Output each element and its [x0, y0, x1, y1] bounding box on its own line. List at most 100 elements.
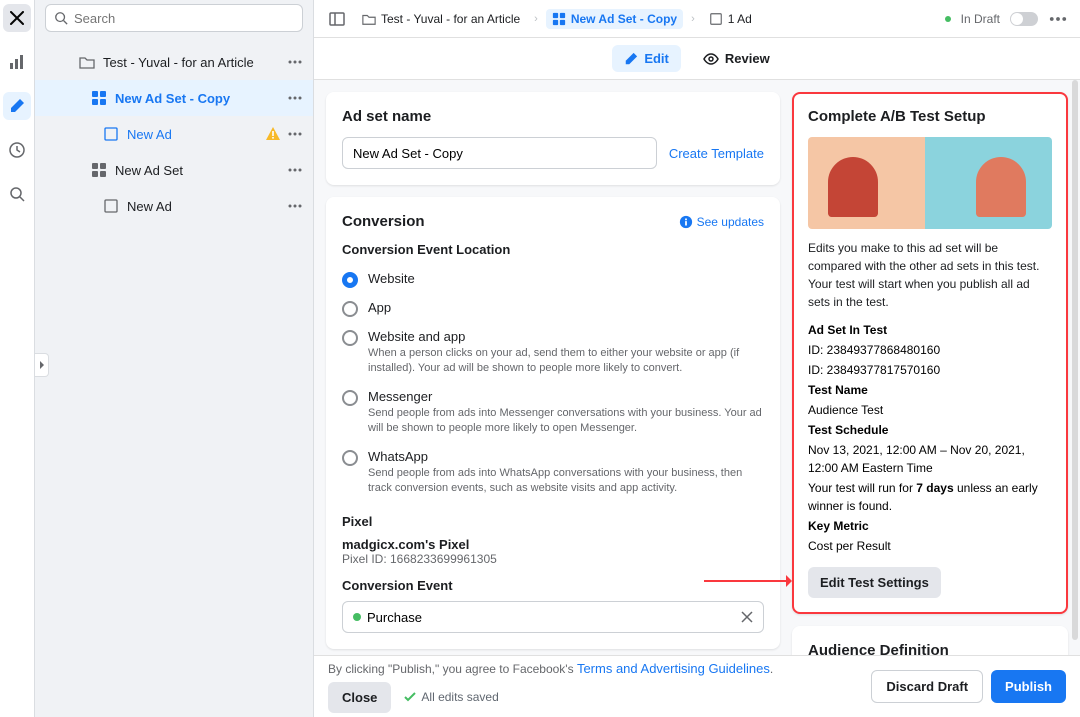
review-label: Review: [725, 51, 770, 66]
tree-ad-2[interactable]: New Ad: [35, 188, 313, 224]
create-template-link[interactable]: Create Template: [669, 146, 764, 161]
edit-button[interactable]: Edit: [612, 45, 681, 72]
tree-ad-1[interactable]: New Ad: [35, 116, 313, 152]
radio-label: Messenger: [368, 389, 764, 404]
edit-test-settings-button[interactable]: Edit Test Settings: [808, 567, 941, 598]
schedule-value: Nov 13, 2021, 12:00 AM – Nov 20, 2021, 1…: [808, 441, 1052, 477]
radio-label: WhatsApp: [368, 449, 764, 464]
saved-indicator: All edits saved: [403, 690, 498, 704]
more-icon[interactable]: [287, 198, 303, 214]
more-icon[interactable]: [287, 162, 303, 178]
see-updates-link[interactable]: See updates: [679, 215, 764, 229]
test-name: Audience Test: [808, 401, 1052, 419]
publish-button[interactable]: Publish: [991, 670, 1066, 703]
event-value: Purchase: [367, 610, 422, 625]
breadcrumb-campaign[interactable]: Test - Yuval - for an Article: [356, 9, 526, 29]
review-button[interactable]: Review: [691, 45, 782, 73]
radio-icon: [342, 272, 358, 288]
abtest-card: Complete A/B Test Setup Edits you make t…: [792, 92, 1068, 614]
status-text: In Draft: [961, 12, 1000, 26]
breadcrumb-label: Test - Yuval - for an Article: [381, 12, 520, 26]
scrollbar[interactable]: [1072, 80, 1078, 640]
card-title: Complete A/B Test Setup: [808, 108, 1052, 125]
warning-icon: [265, 126, 281, 142]
schedule-label: Test Schedule: [808, 421, 1052, 439]
nav-chart-icon[interactable]: [3, 48, 31, 76]
status-toggle[interactable]: [1010, 12, 1038, 26]
abtest-id2: ID: 23849377817570160: [808, 361, 1052, 379]
search-field[interactable]: [74, 11, 294, 26]
nav-clock-icon[interactable]: [3, 136, 31, 164]
radio-label: App: [368, 300, 391, 317]
sidebar: Test - Yuval - for an Article New Ad Set…: [35, 0, 314, 717]
adset-name-card: Ad set name Create Template: [326, 92, 780, 185]
radio-desc: Send people from ads into Messenger conv…: [368, 406, 764, 437]
radio-icon: [342, 301, 358, 317]
tree-adset-label: New Ad Set - Copy: [115, 91, 287, 106]
radio-messenger[interactable]: Messenger Send people from ads into Mess…: [342, 383, 764, 443]
radio-label: Website: [368, 271, 415, 288]
radio-whatsapp[interactable]: WhatsApp Send people from ads into Whats…: [342, 443, 764, 503]
card-title: Ad set name: [342, 108, 764, 125]
tree-adset-copy[interactable]: New Ad Set - Copy: [35, 80, 313, 116]
breadcrumb-label: New Ad Set - Copy: [571, 12, 677, 26]
edit-label: Edit: [644, 51, 669, 66]
more-icon[interactable]: [287, 54, 303, 70]
radio-website-app[interactable]: Website and app When a person clicks on …: [342, 323, 764, 383]
breadcrumb-label: 1 Ad: [728, 12, 752, 26]
see-updates-label: See updates: [697, 215, 764, 229]
expand-sidebar-icon[interactable]: [35, 353, 49, 377]
abtest-illustration: [808, 137, 1052, 229]
breadcrumb-ad[interactable]: 1 Ad: [703, 9, 758, 29]
radio-desc: When a person clicks on your ad, send th…: [368, 346, 764, 377]
more-icon[interactable]: [287, 90, 303, 106]
tree-campaign-label: Test - Yuval - for an Article: [103, 55, 287, 70]
tree-adset-2[interactable]: New Ad Set: [35, 152, 313, 188]
close-button[interactable]: Close: [328, 682, 391, 713]
event-location-label: Conversion Event Location: [342, 242, 764, 257]
actionbar: Edit Review: [314, 38, 1080, 80]
radio-icon: [342, 450, 358, 466]
pixel-id: Pixel ID: 1668233699961305: [342, 552, 764, 566]
tree-ad-label: New Ad: [127, 127, 265, 142]
card-title: Conversion: [342, 213, 425, 230]
footer: By clicking "Publish," you agree to Face…: [314, 655, 1080, 717]
search-input[interactable]: [45, 4, 303, 32]
radio-icon: [342, 390, 358, 406]
pixel-label: Pixel: [342, 514, 764, 529]
close-icon[interactable]: [3, 4, 31, 32]
event-select[interactable]: Purchase: [342, 601, 764, 633]
tree-adset-label: New Ad Set: [115, 163, 287, 178]
adset-name-input[interactable]: [342, 137, 657, 169]
more-icon[interactable]: [1048, 9, 1068, 29]
run-text: Your test will run for 7 days unless an …: [808, 479, 1052, 515]
nav-search-icon[interactable]: [3, 180, 31, 208]
status-dot-icon: [945, 16, 951, 22]
chevron-right-icon: ›: [691, 13, 695, 25]
terms-link[interactable]: Terms and Advertising Guidelines: [577, 661, 770, 676]
nav-pen-icon[interactable]: [3, 92, 31, 120]
pixel-name: madgicx.com's Pixel: [342, 537, 764, 552]
collapse-panel-icon[interactable]: [326, 8, 348, 30]
radio-website[interactable]: Website: [342, 265, 764, 294]
abtest-body: Edits you make to this ad set will be co…: [808, 239, 1052, 311]
vertical-nav: [0, 0, 35, 717]
radio-desc: Send people from ads into WhatsApp conve…: [368, 466, 764, 497]
event-label: Conversion Event: [342, 578, 764, 593]
radio-app[interactable]: App: [342, 294, 764, 323]
clear-icon[interactable]: [741, 611, 753, 623]
abtest-id1: ID: 23849377868480160: [808, 341, 1052, 359]
discard-draft-button[interactable]: Discard Draft: [871, 670, 983, 703]
chevron-right-icon: ›: [534, 13, 538, 25]
tree-campaign[interactable]: Test - Yuval - for an Article: [35, 44, 313, 80]
status-dot-icon: [353, 613, 361, 621]
check-icon: [403, 690, 417, 704]
more-icon[interactable]: [287, 126, 303, 142]
footer-disclaimer: By clicking "Publish," you agree to Face…: [328, 661, 773, 676]
adset-in-test-label: Ad Set In Test: [808, 321, 1052, 339]
topbar: Test - Yuval - for an Article › New Ad S…: [314, 0, 1080, 38]
radio-icon: [342, 330, 358, 346]
breadcrumb-adset[interactable]: New Ad Set - Copy: [546, 9, 683, 29]
radio-label: Website and app: [368, 329, 764, 344]
tree-ad-label: New Ad: [127, 199, 287, 214]
